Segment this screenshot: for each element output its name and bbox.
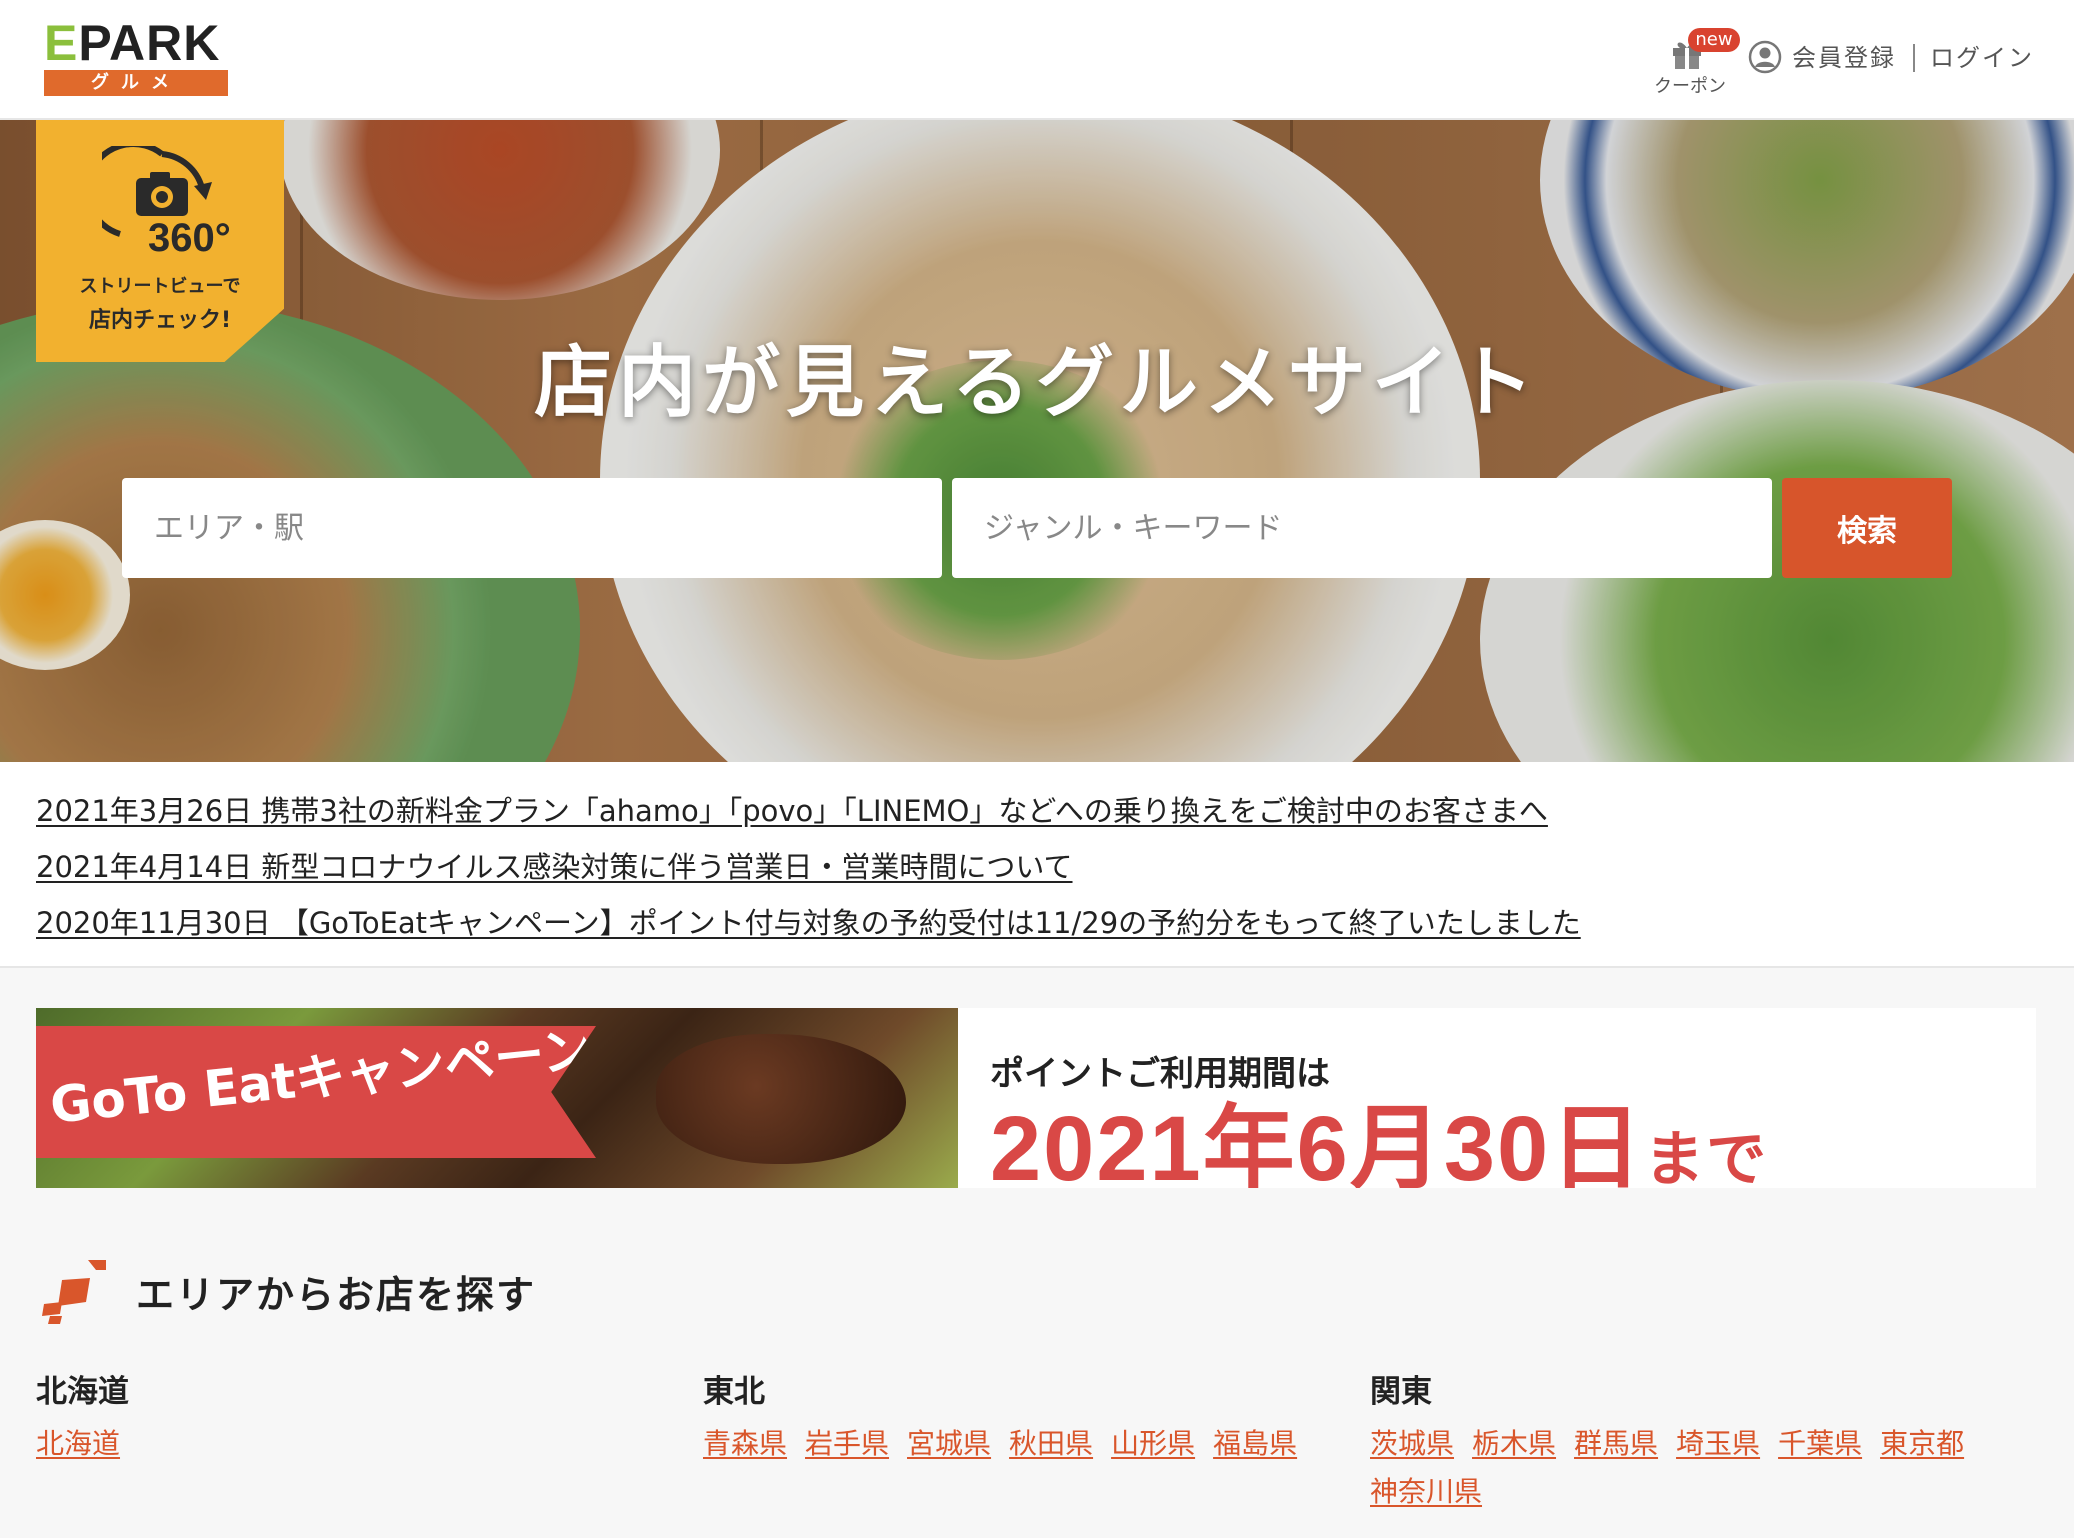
prefecture-link[interactable]: 宮城県 (907, 1426, 991, 1462)
register-link[interactable]: 会員登録 (1792, 40, 1896, 76)
badge-degrees: 360° (148, 216, 231, 260)
banner-ribbon: GoTo Eatキャンペーン (36, 1026, 596, 1158)
logo-subtitle: グルメ (44, 70, 228, 96)
prefecture-link[interactable]: 秋田県 (1009, 1426, 1093, 1462)
search-button[interactable]: 検索 (1782, 478, 1952, 578)
prefecture-list: 青森県 岩手県 宮城県 秋田県 山形県 福島県 (703, 1426, 1323, 1474)
banner-deadline: 2021年6月30日まで (990, 1098, 1769, 1188)
news-item[interactable]: 2020年11月30日 【GoToEatキャンペーン】ポイント付与対象の予約受付… (36, 900, 1581, 942)
area-input[interactable] (122, 478, 942, 578)
news-item[interactable]: 2021年4月14日 新型コロナウイルス感染対策に伴う営業日・営業時間について (36, 844, 1073, 886)
header-divider (1913, 44, 1915, 72)
prefecture-list: 北海道 (36, 1426, 656, 1474)
hero-section: 360° ストリートビューで 店内チェック! 店内が見えるグルメサイト 検索 (0, 120, 2074, 762)
steak-image (656, 1034, 906, 1164)
prefecture-link[interactable]: 神奈川県 (1370, 1474, 1482, 1510)
gotoeat-banner[interactable]: GoTo Eatキャンペーン ポイントご利用期間は 2021年6月30日まで (36, 1008, 2036, 1188)
prefecture-link[interactable]: 千葉県 (1778, 1426, 1862, 1462)
keyword-input[interactable] (952, 478, 1772, 578)
region-name: 関東 (1370, 1374, 1432, 1410)
coupon-label: クーポン (1654, 76, 1726, 97)
japan-map-icon (42, 1260, 106, 1324)
prefecture-link[interactable]: 東京都 (1880, 1426, 1964, 1462)
user-icon (1748, 40, 1782, 74)
prefecture-link[interactable]: 青森県 (703, 1426, 787, 1462)
prefecture-link[interactable]: 栃木県 (1472, 1426, 1556, 1462)
prefecture-link[interactable]: 山形県 (1111, 1426, 1195, 1462)
search-bar: 検索 (122, 478, 1952, 578)
login-link[interactable]: ログイン (1930, 40, 2034, 76)
logo-wordmark: EPARK (44, 15, 221, 71)
prefecture-list: 茨城県 栃木県 群馬県 埼玉県 千葉県 東京都 神奈川県 (1370, 1426, 1990, 1522)
prefecture-link[interactable]: 茨城県 (1370, 1426, 1454, 1462)
news-item[interactable]: 2021年3月26日 携帯3社の新料金プラン「ahamo」「povo」「LINE… (36, 788, 1548, 830)
site-header: EPARK グルメ new クーポン 会員登録 ログイン (0, 0, 2074, 120)
area-section-title: エリアからお店を探す (136, 1273, 537, 1317)
prefecture-link[interactable]: 福島県 (1213, 1426, 1297, 1462)
prefecture-link[interactable]: 岩手県 (805, 1426, 889, 1462)
region-name: 東北 (703, 1374, 765, 1410)
prefecture-link[interactable]: 埼玉県 (1676, 1426, 1760, 1462)
new-badge: new (1688, 28, 1740, 52)
hero-overlay (0, 120, 2074, 762)
region-name: 北海道 (36, 1374, 129, 1410)
prefecture-link[interactable]: 北海道 (36, 1426, 120, 1462)
campaign-title: GoTo Eatキャンペーン (47, 1020, 595, 1135)
badge-text-1: ストリートビューで (79, 276, 241, 297)
hero-title: 店内が見えるグルメサイト (534, 337, 1540, 428)
news-list: 2021年3月26日 携帯3社の新料金プラン「ahamo」「povo」「LINE… (0, 762, 2074, 968)
epark-logo[interactable]: EPARK グルメ (44, 18, 230, 98)
coupon-button[interactable]: new クーポン (1648, 28, 1740, 98)
prefecture-link[interactable]: 群馬県 (1574, 1426, 1658, 1462)
